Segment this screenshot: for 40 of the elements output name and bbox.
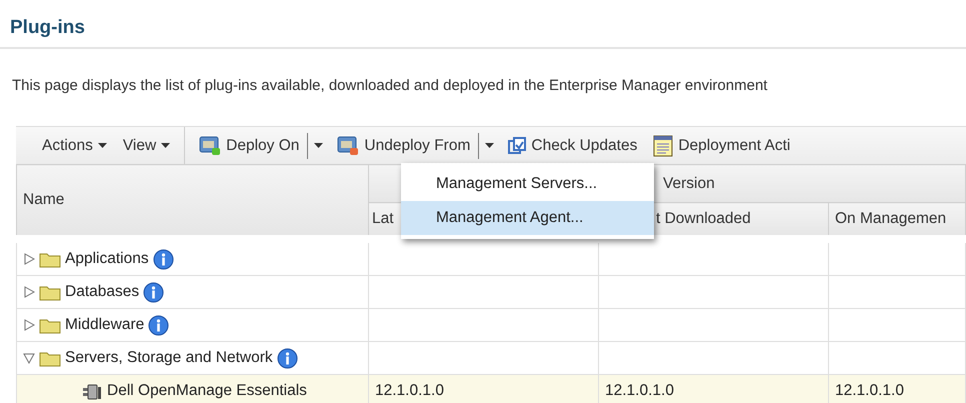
caret-icon [98,143,107,148]
caret-icon [485,143,494,148]
notepad-icon [653,134,674,156]
table-cell: 12.1.0.1.0 [605,382,674,399]
tree-item-label[interactable]: Databases [65,283,140,301]
menu-button[interactable]: Actions [34,130,115,160]
expander-icon[interactable] [23,319,35,331]
folder-icon [39,350,61,366]
caret-icon [161,143,170,148]
page-description: This page displays the list of plug-ins available, downloaded and deployed in the Enterprise Manager environment [11,76,768,96]
page-title: Plug-ins [10,17,85,40]
toolbar-button[interactable]: Deployment Acti [645,130,798,160]
folder-icon [39,316,61,334]
plugin-icon [337,136,360,156]
column-header[interactable]: t Downloaded [656,210,751,227]
folder-icon [39,284,61,300]
column-group-header: Version [663,174,715,192]
menu-item[interactable]: Management Servers... [401,167,654,201]
info-icon[interactable] [276,348,298,368]
caret-icon [314,143,324,148]
plugin-icon [199,136,222,156]
column-header[interactable]: Name [23,191,64,208]
toolbar-button[interactable]: Check Updates [500,130,646,160]
tree-item-label[interactable]: Applications [65,250,149,268]
expander-icon[interactable] [23,253,35,265]
info-icon[interactable] [152,248,174,270]
menu-button[interactable]: View [114,130,178,160]
expander-icon[interactable] [23,286,35,298]
column-header[interactable]: Lat [372,210,394,227]
menu-item[interactable]: Management Agent... [401,201,654,235]
folder-icon [39,250,61,268]
expander-icon[interactable] [23,352,35,364]
split-button[interactable]: Deploy On [191,130,308,160]
table-cell: 12.1.0.1.0 [375,382,444,399]
info-icon[interactable] [143,282,164,302]
split-button[interactable]: Undeploy From [329,130,478,160]
tree-item-label[interactable]: Middleware [65,316,144,334]
plug-icon [83,382,103,400]
info-icon[interactable] [148,314,170,336]
table-cell: 12.1.0.1.0 [835,382,904,399]
